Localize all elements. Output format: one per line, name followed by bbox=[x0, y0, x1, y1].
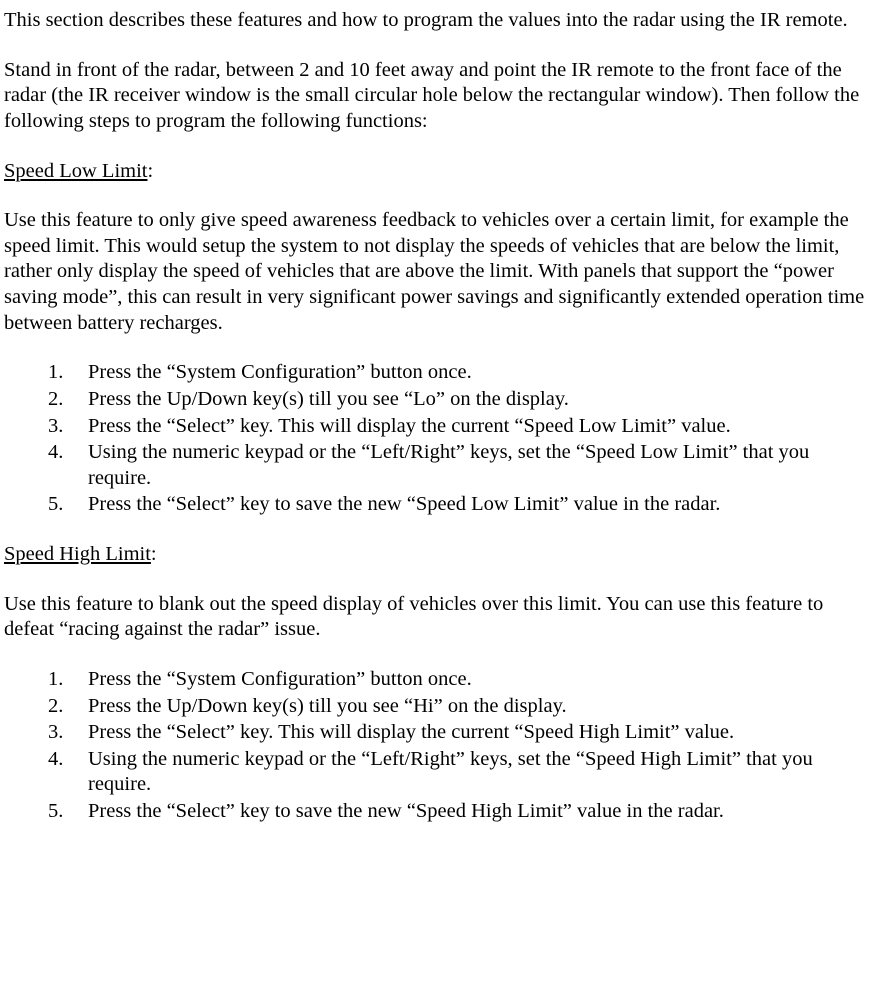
intro-paragraph-1: This section describes these features an… bbox=[4, 8, 876, 34]
speed-high-limit-steps: Press the “System Configuration” button … bbox=[48, 667, 876, 825]
intro-paragraph-2: Stand in front of the radar, between 2 a… bbox=[4, 58, 876, 135]
speed-low-limit-steps: Press the “System Configuration” button … bbox=[48, 360, 876, 518]
list-item: Press the “Select” key to save the new “… bbox=[48, 492, 876, 518]
speed-high-limit-heading-text: Speed High Limit bbox=[4, 543, 151, 565]
list-item: Press the “Select” key to save the new “… bbox=[48, 799, 876, 825]
speed-high-limit-heading: Speed High Limit: bbox=[4, 542, 876, 568]
heading-colon: : bbox=[151, 543, 157, 565]
list-item: Press the Up/Down key(s) till you see “L… bbox=[48, 387, 876, 413]
list-item: Press the “System Configuration” button … bbox=[48, 360, 876, 386]
speed-low-limit-heading-text: Speed Low Limit bbox=[4, 160, 147, 182]
speed-low-limit-description: Use this feature to only give speed awar… bbox=[4, 208, 876, 336]
speed-low-limit-heading: Speed Low Limit: bbox=[4, 159, 876, 185]
heading-colon: : bbox=[147, 160, 153, 182]
list-item: Press the “System Configuration” button … bbox=[48, 667, 876, 693]
list-item: Press the “Select” key. This will displa… bbox=[48, 720, 876, 746]
list-item: Press the Up/Down key(s) till you see “H… bbox=[48, 694, 876, 720]
list-item: Using the numeric keypad or the “Left/Ri… bbox=[48, 747, 876, 798]
list-item: Using the numeric keypad or the “Left/Ri… bbox=[48, 440, 876, 491]
list-item: Press the “Select” key. This will displa… bbox=[48, 414, 876, 440]
speed-high-limit-description: Use this feature to blank out the speed … bbox=[4, 592, 876, 643]
